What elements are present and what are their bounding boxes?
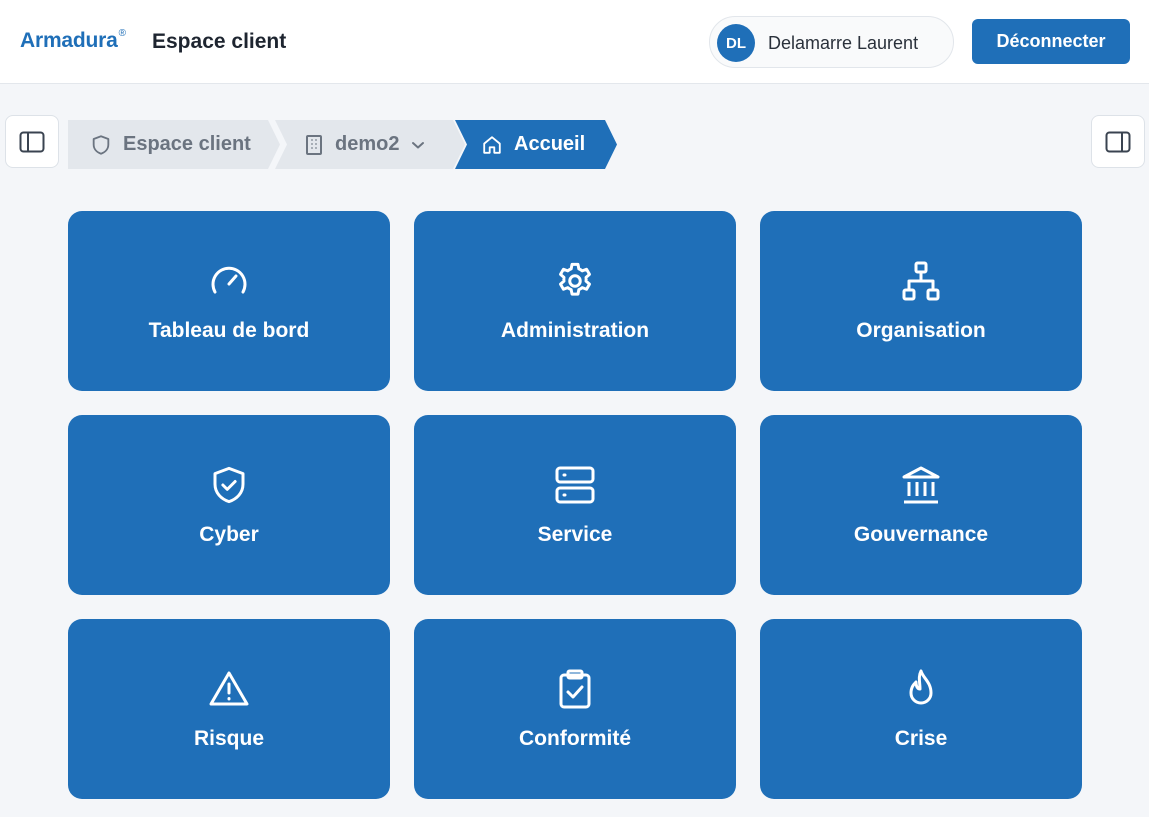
tile-cyber[interactable]: Cyber [68,415,390,595]
gear-icon [558,262,592,296]
tile-gouvernance[interactable]: Gouvernance [760,415,1082,595]
tile-conformite[interactable]: Conformité [414,619,736,799]
app-title: Espace client [152,30,287,53]
sidebar-left-icon [19,131,45,152]
org-chart-icon [902,261,940,301]
shield-icon [92,134,110,155]
tile-label: Organisation [856,319,986,342]
tile-tableau-de-bord[interactable]: Tableau de bord [68,211,390,391]
clipboard-check-icon [559,669,591,709]
brand-name: Armadura [20,29,118,52]
toggle-right-sidebar-button[interactable] [1091,115,1145,168]
shield-check-icon [213,466,245,504]
tile-crise[interactable]: Crise [760,619,1082,799]
tile-label: Tableau de bord [148,319,310,342]
breadcrumb-item-demo2[interactable]: demo2 [275,120,465,169]
sidebar-right-icon [1105,131,1131,152]
tile-administration[interactable]: Administration [414,211,736,391]
breadcrumb-label: Accueil [514,133,586,155]
tile-label: Service [537,523,613,546]
breadcrumb-label: demo2 [335,133,400,155]
brand-logo[interactable]: Armadura® [20,28,126,53]
tile-label: Crise [894,727,948,750]
building-icon [306,134,322,155]
brand-registered-mark: ® [118,28,126,39]
user-chip[interactable]: DL Delamarre Laurent [709,16,954,68]
landmark-icon [902,466,940,504]
gauge-icon [211,266,247,294]
tile-organisation[interactable]: Organisation [760,211,1082,391]
tile-risque[interactable]: Risque [68,619,390,799]
warning-icon [209,671,249,706]
tile-label: Conformité [519,727,631,750]
home-icon [483,135,501,154]
top-header: Armadura® Espace client DL Delamarre Lau… [0,0,1149,84]
breadcrumb-item-espace-client[interactable]: Espace client [68,120,280,169]
avatar: DL [717,24,755,62]
tile-label: Cyber [199,523,259,546]
toggle-left-sidebar-button[interactable] [5,115,59,168]
flame-icon [909,669,933,705]
tile-label: Administration [500,319,650,342]
chevron-down-icon[interactable] [411,140,425,150]
tile-label: Gouvernance [853,523,989,546]
tile-service[interactable]: Service [414,415,736,595]
user-name: Delamarre Laurent [768,33,919,53]
server-icon [555,466,595,504]
breadcrumb-item-accueil[interactable]: Accueil [455,120,617,169]
breadcrumb-label: Espace client [123,133,251,155]
tile-label: Risque [193,727,264,750]
logout-button[interactable]: Déconnecter [972,19,1130,64]
